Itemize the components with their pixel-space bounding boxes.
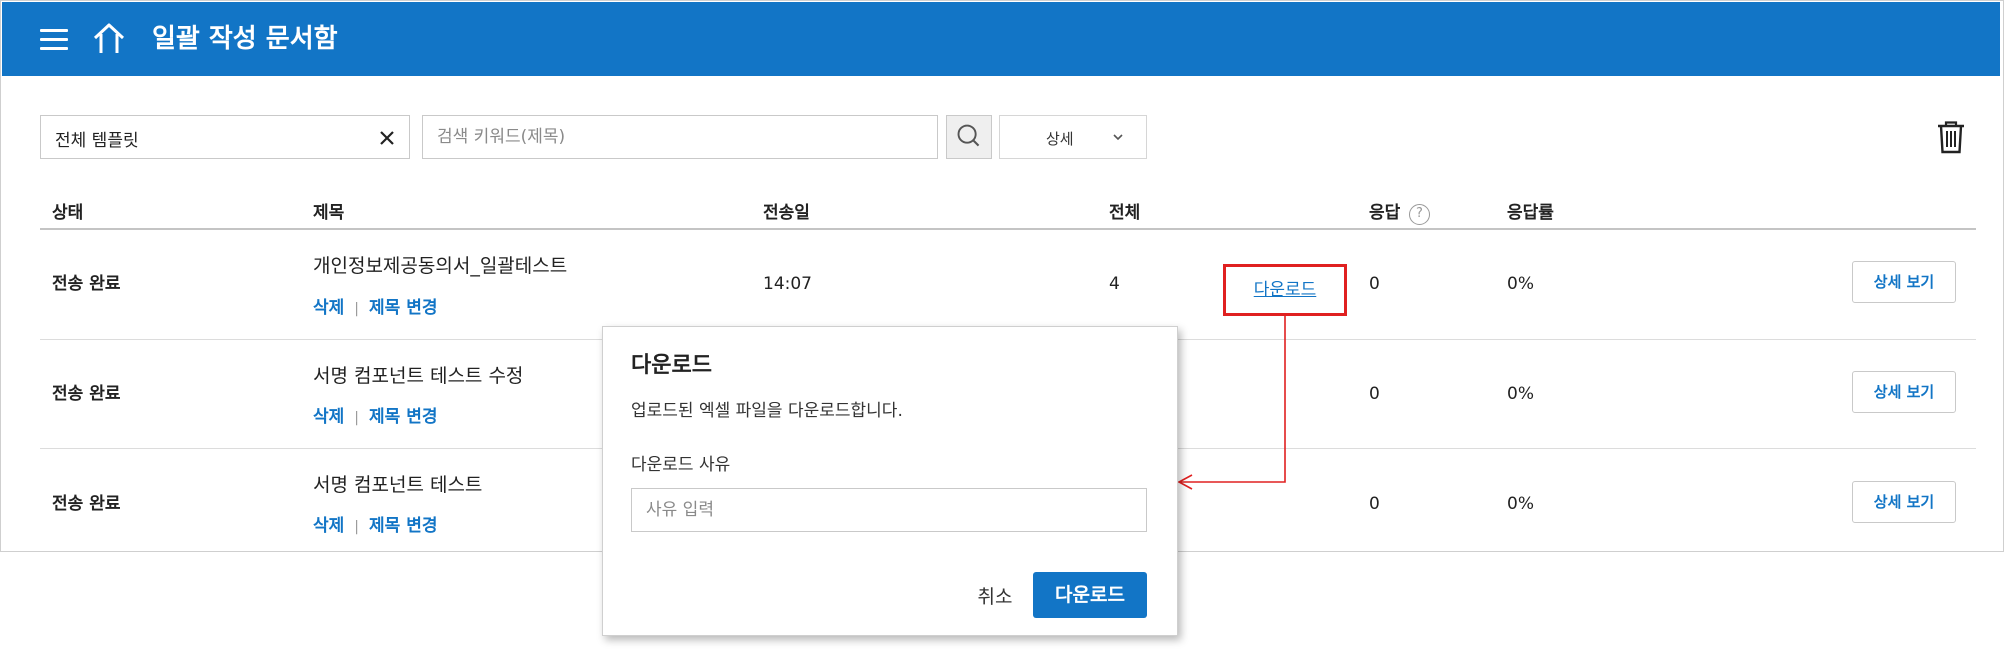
rename-link[interactable]: 제목 변경	[369, 407, 437, 427]
download-dialog: 다운로드 업로드된 엑셀 파일을 다운로드합니다. 다운로드 사유 취소 다운로…	[602, 326, 1178, 636]
table-header-divider	[40, 228, 1976, 230]
template-filter-select[interactable]: 전체 템플릿	[40, 115, 410, 159]
column-header-total: 전체	[1109, 203, 1141, 223]
response-count: 0	[1369, 494, 1380, 514]
document-title: 서명 컴포넌트 테스트 수정	[313, 365, 524, 387]
status-text: 전송 완료	[52, 384, 121, 404]
document-title: 서명 컴포넌트 테스트	[313, 474, 483, 496]
app-header: 일괄 작성 문서함	[2, 2, 2000, 76]
document-title: 개인정보제공동의서_일괄테스트	[313, 255, 568, 277]
response-rate: 0%	[1507, 274, 1534, 294]
column-header-sent: 전송일	[763, 203, 810, 223]
dialog-title: 다운로드	[631, 353, 712, 378]
confirm-download-button[interactable]: 다운로드	[1033, 572, 1147, 618]
column-header-rate: 응답률	[1507, 203, 1554, 223]
close-icon[interactable]	[377, 128, 397, 148]
response-rate: 0%	[1507, 494, 1534, 514]
home-icon[interactable]	[92, 22, 126, 56]
trash-icon[interactable]	[1936, 120, 1966, 154]
detail-filter-select[interactable]: 상세	[999, 115, 1147, 159]
cancel-button[interactable]: 취소	[965, 575, 1025, 619]
search-input[interactable]	[422, 115, 938, 159]
column-header-status: 상태	[52, 203, 84, 223]
dialog-description: 업로드된 엑셀 파일을 다운로드합니다.	[631, 401, 903, 421]
view-detail-button[interactable]: 상세 보기	[1852, 371, 1956, 413]
sent-time: 14:07	[763, 274, 812, 294]
search-icon	[957, 124, 980, 147]
reason-label: 다운로드 사유	[631, 455, 731, 475]
delete-link[interactable]: 삭제	[313, 516, 344, 536]
delete-link[interactable]: 삭제	[313, 298, 344, 318]
search-button[interactable]	[946, 115, 992, 159]
hamburger-menu-icon[interactable]	[40, 29, 68, 51]
chevron-down-icon	[1113, 134, 1123, 141]
download-link-highlight: 다운로드	[1223, 264, 1347, 316]
total-count: 4	[1109, 274, 1120, 294]
column-header-response: 응답	[1369, 203, 1401, 223]
detail-filter-label: 상세	[1046, 130, 1074, 148]
status-text: 전송 완료	[52, 274, 121, 294]
reason-input[interactable]	[631, 488, 1147, 532]
rename-link[interactable]: 제목 변경	[369, 516, 437, 536]
help-icon[interactable]: ?	[1409, 204, 1430, 225]
rename-link[interactable]: 제목 변경	[369, 298, 437, 318]
view-detail-button[interactable]: 상세 보기	[1852, 261, 1956, 303]
delete-link[interactable]: 삭제	[313, 407, 344, 427]
view-detail-button[interactable]: 상세 보기	[1852, 481, 1956, 523]
column-header-title: 제목	[313, 203, 345, 223]
response-rate: 0%	[1507, 384, 1534, 404]
response-count: 0	[1369, 274, 1380, 294]
page-title: 일괄 작성 문서함	[152, 24, 338, 54]
response-count: 0	[1369, 384, 1380, 404]
status-text: 전송 완료	[52, 494, 121, 514]
template-filter-value: 전체 템플릿	[55, 131, 139, 151]
download-link[interactable]: 다운로드	[1226, 278, 1344, 302]
